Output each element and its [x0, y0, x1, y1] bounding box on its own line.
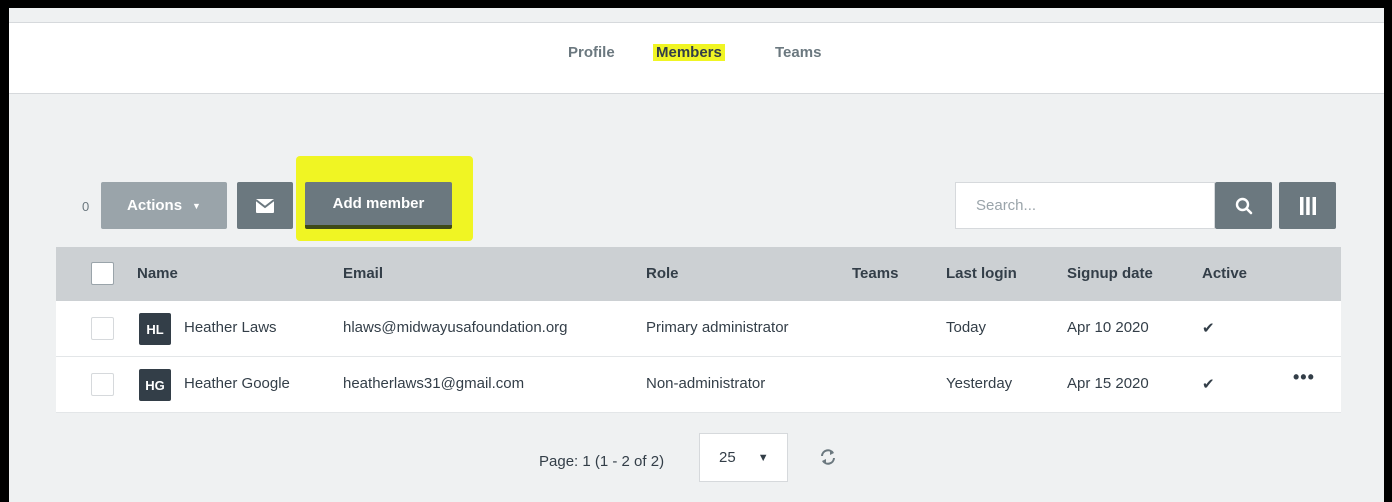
actions-label: Actions: [127, 197, 183, 214]
member-signup-date: Apr 15 2020: [1067, 375, 1149, 392]
caret-down-icon: ▼: [757, 451, 769, 464]
top-nav: Profile Members Teams: [9, 22, 1384, 94]
table-row[interactable]: HG Heather Google heatherlaws31@gmail.co…: [56, 357, 1341, 413]
selected-count: 0: [82, 199, 90, 214]
row-checkbox[interactable]: [91, 317, 114, 340]
checkmark-icon: ✔: [1202, 320, 1215, 337]
row-checkbox[interactable]: [91, 373, 114, 396]
member-signup-date: Apr 10 2020: [1067, 319, 1149, 336]
more-options-icon[interactable]: •••: [1293, 367, 1315, 388]
members-table: Name Email Role Teams Last login Signup …: [56, 247, 1341, 413]
columns-button[interactable]: [1279, 182, 1336, 229]
tab-members[interactable]: Members: [653, 43, 725, 63]
refresh-icon[interactable]: [819, 448, 837, 466]
page-size-select[interactable]: 25 ▼: [699, 433, 788, 482]
checkmark-icon: ✔: [1202, 376, 1215, 393]
columns-icon: [1299, 196, 1316, 215]
member-name[interactable]: Heather Google: [184, 375, 290, 392]
member-email: hlaws@midwayusafoundation.org: [343, 319, 568, 336]
search-button[interactable]: [1215, 182, 1272, 229]
search-input[interactable]: [955, 182, 1215, 229]
header-teams[interactable]: Teams: [852, 265, 898, 282]
header-signup-date[interactable]: Signup date: [1067, 265, 1153, 282]
header-email[interactable]: Email: [343, 265, 383, 282]
header-last-login[interactable]: Last login: [946, 265, 1017, 282]
envelope-icon: [256, 198, 274, 213]
member-email: heatherlaws31@gmail.com: [343, 375, 525, 392]
tab-members-label: Members: [653, 44, 725, 61]
avatar: HL: [139, 313, 171, 345]
page-size-value: 25: [719, 449, 736, 466]
pagination-info: Page: 1 (1 - 2 of 2): [539, 453, 665, 470]
member-role: Non-administrator: [646, 375, 766, 392]
app-frame: Profile Members Teams 0 Actions ▼ Add me…: [9, 8, 1384, 502]
caret-down-icon: ▼: [192, 200, 201, 211]
avatar: HG: [139, 369, 171, 401]
table-header: Name Email Role Teams Last login Signup …: [56, 247, 1341, 301]
tab-bar: Profile Members Teams: [9, 23, 1384, 95]
member-role: Primary administrator: [646, 319, 789, 336]
tab-profile[interactable]: Profile: [568, 43, 615, 63]
member-name[interactable]: Heather Laws: [184, 319, 277, 336]
member-last-login: Yesterday: [946, 375, 1013, 392]
header-name[interactable]: Name: [137, 265, 178, 282]
header-role[interactable]: Role: [646, 265, 679, 282]
tab-teams[interactable]: Teams: [775, 43, 821, 63]
header-active[interactable]: Active: [1202, 265, 1247, 282]
search-icon: [1235, 197, 1252, 214]
member-last-login: Today: [946, 319, 987, 336]
actions-button[interactable]: Actions ▼: [101, 182, 227, 229]
email-members-button[interactable]: [237, 182, 293, 229]
table-row[interactable]: HL Heather Laws hlaws@midwayusafoundatio…: [56, 301, 1341, 357]
add-member-button[interactable]: Add member: [305, 182, 452, 229]
select-all-checkbox[interactable]: [91, 262, 114, 285]
